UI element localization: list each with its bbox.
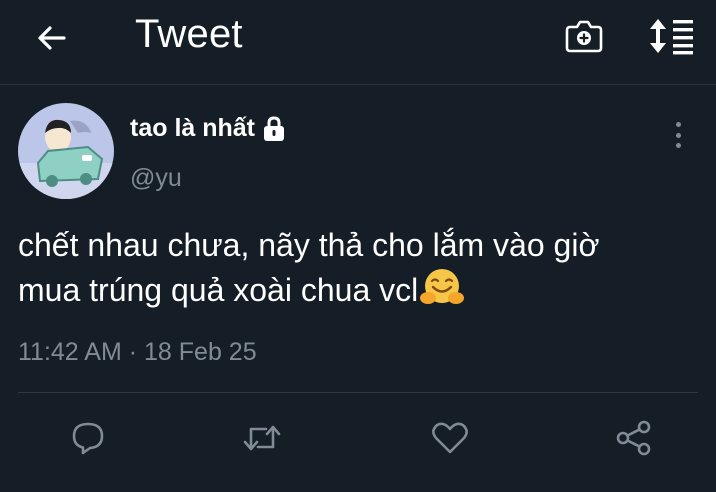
lock-icon [261,115,287,142]
camera-icon [565,20,603,53]
retweet-button[interactable] [240,418,284,458]
more-dot-icon [675,122,681,127]
user-handle[interactable]: @yu [130,164,182,193]
like-button[interactable] [428,418,472,458]
tweet-text-line-2: mua trúng quả xoài chua vcl [18,267,716,318]
share-button[interactable] [612,418,656,458]
more-options-button[interactable] [662,118,694,152]
name-row: tao là nhất [130,114,287,143]
reply-icon [72,422,104,455]
tweet-date: 18 Feb 25 [144,338,257,366]
sort-list-icon [650,19,693,55]
avatar-image [18,103,114,199]
meta-separator: · [128,338,138,366]
avatar[interactable] [18,103,114,199]
arrow-left-icon [38,26,66,50]
more-dot-icon [675,132,681,138]
hugging-face-emoji-icon [420,267,465,318]
display-name[interactable]: tao là nhất [130,114,255,143]
back-button[interactable] [32,18,72,58]
top-bar: Tweet [0,0,716,72]
like-icon [432,422,468,454]
actions-divider [18,392,698,393]
tweet-text-line: mua trúng quả xoài chua vcl [18,272,419,308]
tweet-timestamp: 11:42 AM · 18 Feb 25 [18,338,257,367]
header-divider [0,84,716,85]
page-title: Tweet [135,12,243,56]
reply-button[interactable] [66,418,110,458]
more-dot-icon [675,143,681,148]
tweet-text: chết nhau chưa, nãy thả cho lắm vào giờ … [18,224,716,318]
tweet-time: 11:42 AM [18,338,122,366]
retweet-icon [243,425,281,451]
tweet-text-line: chết nhau chưa, nãy thả cho lắm vào giờ [18,227,600,263]
camera-button[interactable] [560,14,608,58]
sort-button[interactable] [644,14,700,58]
share-icon [616,420,651,456]
